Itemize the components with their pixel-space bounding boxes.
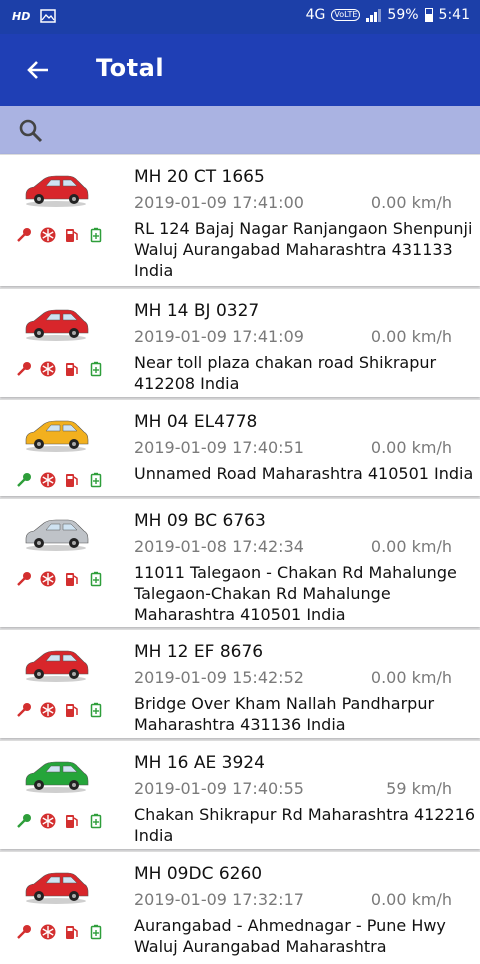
snowflake-icon: [40, 361, 56, 377]
fuel-pump-icon: [66, 815, 78, 828]
vehicle-card[interactable]: MH 14 BJ 0327 2019-01-09 17:41:09 0.00 km/…: [0, 288, 480, 397]
clock: 5:41: [438, 7, 470, 23]
vehicle-address: Bridge Over Kham Nallah Pandharpur Mahar…: [134, 694, 435, 734]
signal-icon: [366, 8, 382, 22]
vehicle-address: Near toll plaza chakan road Shikrapur 41…: [134, 353, 437, 393]
vehicle-address: Aurangabad - Ahmednagar - Pune Hwy Waluj…: [134, 916, 446, 956]
status-bar: HD 4G VoLTE 59% 5:41: [0, 0, 480, 34]
status-icons: [16, 571, 104, 587]
snowflake-icon: [40, 813, 56, 829]
vehicle-speed: 0.00 km/h: [370, 668, 452, 687]
vehicle-plate: MH 09 BC 6763: [134, 511, 266, 531]
battery-status-icon: [424, 8, 433, 22]
vehicle-speed: 59 km/h: [386, 779, 452, 798]
key-icon: [17, 925, 31, 939]
fuel-pump-icon: [66, 363, 78, 376]
vehicle-card[interactable]: MH 16 AE 3924 2019-01-09 17:40:55 59 km/h C…: [0, 740, 480, 849]
status-icons: [16, 361, 104, 377]
key-icon: [17, 473, 31, 487]
battery-icon: [90, 924, 102, 940]
key-icon: [17, 703, 31, 717]
fuel-pump-icon: [66, 573, 78, 586]
snowflake-icon: [40, 702, 56, 718]
car-icon: [25, 872, 89, 904]
vehicle-speed: 0.00 km/h: [370, 438, 452, 457]
snowflake-icon: [40, 571, 56, 587]
search-bar[interactable]: [0, 106, 480, 154]
key-icon: [17, 572, 31, 586]
battery-percent: 59%: [387, 7, 419, 23]
last-update-time: 2019-01-08 17:42:34: [134, 537, 304, 556]
status-icons: [16, 702, 104, 718]
vehicle-card[interactable]: MH 09 BC 6763 2019-01-08 17:42:34 0.00 km/…: [0, 498, 480, 627]
car-icon: [25, 309, 89, 341]
last-update-time: 2019-01-09 17:41:00: [134, 193, 304, 212]
vehicle-address: Unnamed Road Maharashtra 410501 India: [134, 464, 474, 483]
battery-icon: [90, 702, 102, 718]
car-icon: [25, 519, 89, 551]
vehicle-plate: MH 14 BJ 0327: [134, 301, 260, 321]
image-icon: [40, 9, 57, 23]
page-title: Total: [96, 54, 165, 82]
battery-icon: [90, 472, 102, 488]
car-icon: [25, 175, 89, 207]
key-icon: [17, 362, 31, 376]
last-update-time: 2019-01-09 17:40:55: [134, 779, 304, 798]
last-update-time: 2019-01-09 17:32:17: [134, 890, 304, 909]
vehicle-plate: MH 04 EL4778: [134, 412, 258, 432]
snowflake-icon: [40, 472, 56, 488]
vehicle-card[interactable]: MH 20 CT 1665 2019-01-09 17:41:00 0.00 km/…: [0, 154, 480, 286]
fuel-pump-icon: [66, 474, 78, 487]
snowflake-icon: [40, 227, 56, 243]
car-icon: [25, 761, 89, 793]
search-icon[interactable]: [18, 118, 44, 144]
arrow-back-icon[interactable]: [22, 54, 54, 86]
vehicle-speed: 0.00 km/h: [370, 537, 452, 556]
network-type: 4G: [305, 7, 326, 23]
vehicle-address: 11011 Talegaon - Chakan Rd Mahalunge Tal…: [134, 563, 457, 624]
fuel-pump-icon: [66, 926, 78, 939]
last-update-time: 2019-01-09 15:42:52: [134, 668, 304, 687]
vehicle-card[interactable]: MH 04 EL4778 2019-01-09 17:40:51 0.00 km/h…: [0, 399, 480, 496]
vehicle-plate: MH 20 CT 1665: [134, 167, 265, 187]
hd-label: HD: [12, 9, 31, 23]
vehicle-card[interactable]: MH 12 EF 8676 2019-01-09 15:42:52 0.00 km/…: [0, 629, 480, 738]
vehicle-card[interactable]: MH 09DC 6260 2019-01-09 17:32:17 0.00 km/h…: [0, 851, 480, 964]
status-icons: [16, 813, 104, 829]
vehicle-speed: 0.00 km/h: [370, 193, 452, 212]
vehicle-speed: 0.00 km/h: [370, 890, 452, 909]
key-icon: [17, 228, 31, 242]
battery-icon: [90, 227, 102, 243]
vehicle-address: Chakan Shikrapur Rd Maharashtra 412216 I…: [134, 805, 476, 845]
fuel-pump-icon: [66, 704, 78, 717]
status-icons: [16, 227, 104, 243]
fuel-pump-icon: [66, 229, 78, 242]
snowflake-icon: [40, 924, 56, 940]
vehicle-speed: 0.00 km/h: [370, 327, 452, 346]
app-bar: Total: [0, 34, 480, 106]
battery-icon: [90, 813, 102, 829]
last-update-time: 2019-01-09 17:40:51: [134, 438, 304, 457]
vehicle-plate: MH 12 EF 8676: [134, 642, 264, 662]
battery-icon: [90, 361, 102, 377]
volte-badge: VoLTE: [331, 9, 361, 21]
vehicle-address: RL 124 Bajaj Nagar Ranjangaon Shenpunji …: [134, 219, 473, 280]
last-update-time: 2019-01-09 17:41:09: [134, 327, 304, 346]
status-icons: [16, 924, 104, 940]
vehicle-plate: MH 16 AE 3924: [134, 753, 265, 773]
battery-icon: [90, 571, 102, 587]
key-icon: [17, 814, 31, 828]
status-icons: [16, 472, 104, 488]
car-icon: [25, 650, 89, 682]
car-icon: [25, 420, 89, 452]
vehicle-plate: MH 09DC 6260: [134, 864, 263, 884]
